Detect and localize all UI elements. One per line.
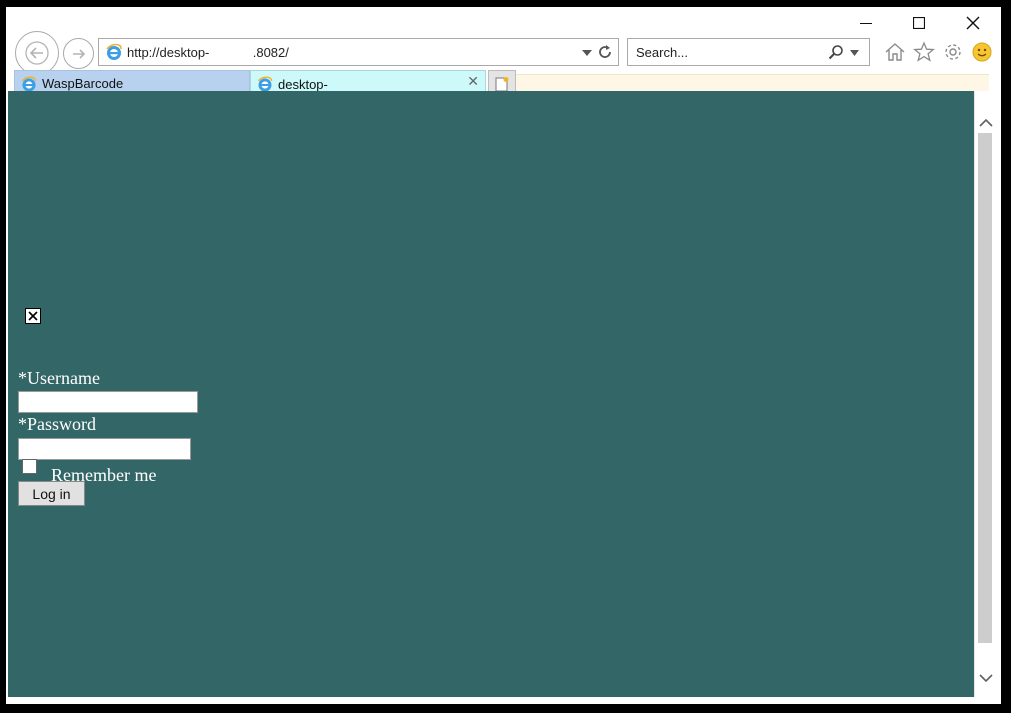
back-button[interactable]: [15, 31, 59, 75]
minimize-button[interactable]: [843, 7, 889, 39]
username-label: *Username: [18, 368, 100, 388]
scroll-up-icon[interactable]: [978, 115, 993, 130]
dropdown-arrow-icon[interactable]: [582, 50, 592, 56]
close-icon: [966, 16, 980, 30]
ie-logo-icon: [21, 76, 37, 91]
maximize-icon: [913, 17, 925, 29]
close-button[interactable]: [950, 7, 996, 39]
login-button[interactable]: Log in: [18, 481, 85, 506]
home-button[interactable]: [884, 41, 906, 63]
scroll-down-icon[interactable]: [978, 671, 993, 686]
favorites-button[interactable]: [913, 41, 935, 63]
page-content: *Username *Password Remember me Log in: [8, 91, 974, 697]
tools-button[interactable]: [942, 41, 964, 63]
scroll-thumb[interactable]: [978, 133, 992, 643]
refresh-icon[interactable]: [597, 44, 613, 60]
address-url: http://desktop- .8082/: [127, 45, 289, 60]
password-input[interactable]: [18, 438, 191, 460]
tab-close-icon[interactable]: ✕: [467, 74, 479, 90]
new-tab-icon: [495, 76, 509, 91]
search-icon[interactable]: [828, 44, 844, 60]
vertical-scrollbar[interactable]: [974, 91, 995, 697]
address-bar[interactable]: http://desktop- .8082/: [98, 38, 619, 66]
forward-arrow-icon: [72, 48, 85, 59]
minimize-icon: [860, 23, 872, 24]
smiley-icon: [972, 42, 992, 62]
search-box[interactable]: [627, 38, 870, 66]
feedback-button[interactable]: [971, 41, 993, 63]
back-arrow-icon: [25, 41, 49, 65]
broken-image-icon: [25, 308, 41, 324]
tab-label: desktop-: [278, 76, 328, 92]
maximize-button[interactable]: [896, 7, 942, 39]
search-dropdown-icon[interactable]: [850, 50, 859, 56]
username-input[interactable]: [18, 391, 198, 413]
password-label: *Password: [18, 414, 97, 434]
remember-me-checkbox[interactable]: [22, 459, 37, 474]
ie-logo-icon: [257, 76, 273, 92]
star-icon: [913, 41, 935, 62]
forward-button[interactable]: [63, 38, 94, 69]
gear-icon: [945, 44, 961, 60]
home-icon: [885, 43, 905, 61]
ie-logo-icon: [106, 43, 122, 60]
search-input[interactable]: [636, 44, 816, 60]
tab-label: WaspBarcode: [42, 76, 124, 91]
